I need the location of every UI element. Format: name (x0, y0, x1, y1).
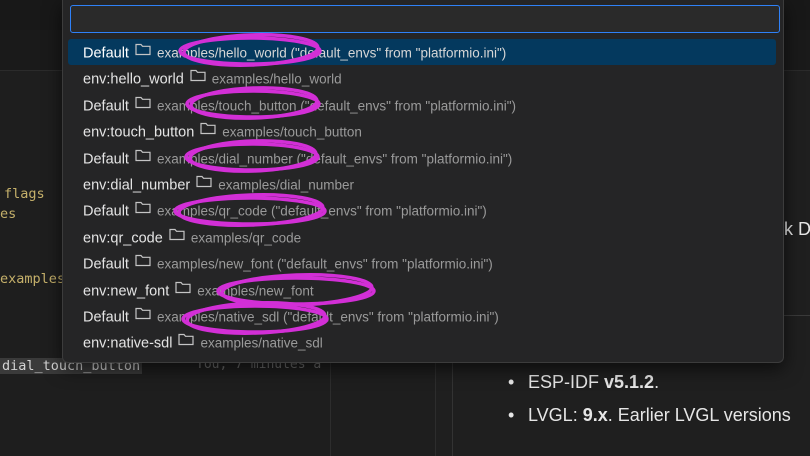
quick-pick-item-description: examples/hello_world ("default_envs" fro… (156, 45, 507, 61)
preview-bullet: LVGL: 9.x. Earlier LVGL versions (508, 401, 791, 434)
folder-icon (196, 171, 212, 197)
quick-pick-item-description: examples/new_font ("default_envs" from "… (156, 256, 493, 272)
quick-pick-item-label: env:touch_button (83, 124, 195, 141)
quick-pick-item[interactable]: Default examples/native_sdl ("default_env… (68, 303, 776, 329)
quick-pick-item[interactable]: env:dial_number examples/dial_number (68, 171, 776, 197)
folder-icon (135, 303, 151, 329)
folder-icon (135, 92, 151, 118)
quick-pick-item-description: examples/qr_code (190, 230, 302, 246)
quick-pick-input[interactable] (70, 5, 780, 33)
quick-pick-item-label: Default (83, 256, 129, 273)
quick-pick-item-description: examples/touch_button ("default_envs" fr… (156, 98, 517, 114)
code-line: examples (0, 271, 66, 287)
quick-pick-item[interactable]: env:qr_code examples/qr_code (68, 224, 776, 250)
quick-pick-item-label: Default (83, 203, 129, 220)
quick-pick-item-description: examples/hello_world (211, 71, 342, 87)
quick-pick-item[interactable]: Default examples/dial_number ("default_en… (68, 145, 776, 171)
folder-icon (135, 250, 151, 276)
quick-pick-item-description: examples/touch_button (222, 124, 362, 140)
folder-icon (190, 65, 206, 91)
quick-pick-item-label: env:dial_number (83, 177, 191, 194)
preview-bullet: ESP-IDF v5.1.2. (508, 368, 791, 401)
quick-pick-item-label: env:new_font (83, 283, 170, 300)
quick-pick-item-description: examples/new_font (197, 283, 314, 299)
folder-icon (135, 145, 151, 171)
quick-pick-item[interactable]: env:native-sdl examples/native_sdl (68, 329, 776, 355)
quick-pick-item-description: examples/qr_code ("default_envs" from "p… (156, 203, 487, 219)
quick-pick-item[interactable]: env:hello_world examples/hello_world (68, 65, 776, 91)
folder-icon (175, 277, 191, 303)
folder-icon (169, 224, 185, 250)
quick-pick-item-label: Default (83, 45, 129, 62)
folder-icon (135, 39, 151, 65)
quick-pick-item-label: Default (83, 309, 129, 326)
quick-pick-list: Default examples/hello_world ("default_en… (68, 39, 776, 356)
quick-pick-item-label: env:hello_world (83, 71, 184, 88)
folder-icon (178, 329, 195, 355)
quick-pick-item-description: examples/native_sdl ("default_envs" from… (156, 309, 499, 325)
quick-pick-item-label: Default (83, 98, 129, 115)
preview-bullet-list: ESP-IDF v5.1.2. LVGL: 9.x. Earlier LVGL … (508, 368, 791, 434)
preview-heading-fragment: k D (784, 219, 810, 239)
folder-icon (135, 197, 151, 223)
quick-pick-dropdown: Default examples/hello_world ("default_en… (62, 0, 784, 363)
quick-pick-item[interactable]: env:new_font examples/new_font (68, 277, 776, 303)
quick-pick-item[interactable]: Default examples/new_font ("default_envs"… (68, 250, 776, 276)
quick-pick-item-description: examples/dial_number (218, 177, 355, 193)
folder-icon (200, 118, 216, 144)
quick-pick-item-label: env:native-sdl (83, 335, 173, 352)
quick-pick-item-description: examples/native_sdl (200, 335, 323, 351)
quick-pick-item[interactable]: Default examples/touch_button ("default_e… (68, 92, 776, 118)
code-line: flags (4, 186, 45, 202)
quick-pick-item[interactable]: Default examples/hello_world ("default_en… (68, 39, 776, 66)
quick-pick-item-description: examples/dial_number ("default_envs" fro… (156, 151, 513, 167)
quick-pick-item[interactable]: Default examples/qr_code ("default_envs" … (68, 197, 776, 223)
code-line: es (0, 206, 17, 222)
quick-pick-item-label: env:qr_code (83, 230, 163, 247)
quick-pick-item[interactable]: env:touch_button examples/touch_button (68, 118, 776, 144)
quick-pick-item-label: Default (83, 151, 129, 168)
